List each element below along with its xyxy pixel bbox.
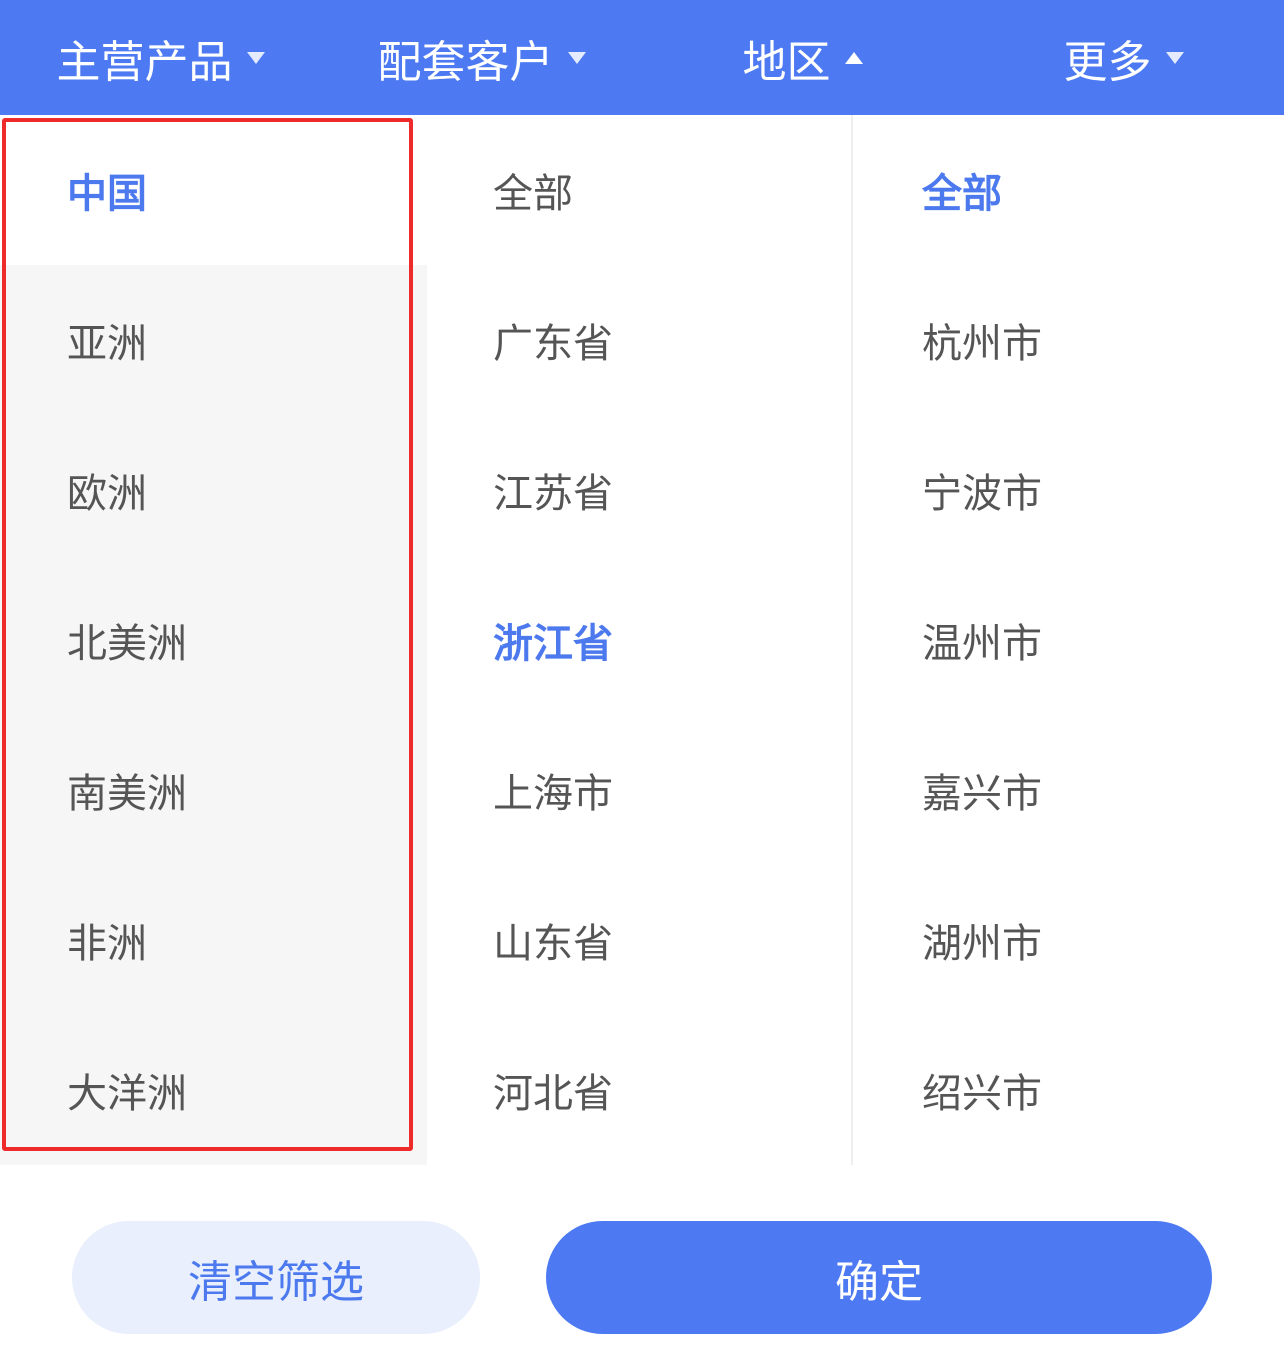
province-label: 全部 <box>493 171 573 217</box>
continent-item[interactable]: 北美洲 <box>0 565 427 715</box>
tab-main-products[interactable]: 主营产品 <box>0 0 321 115</box>
province-item[interactable]: 浙江省 <box>427 565 851 715</box>
city-item[interactable]: 嘉兴市 <box>853 715 1284 865</box>
continent-label: 北美洲 <box>67 621 187 667</box>
city-item[interactable]: 杭州市 <box>853 265 1284 415</box>
province-item[interactable]: 上海市 <box>427 715 851 865</box>
caret-up-icon <box>844 51 863 64</box>
clear-filter-button[interactable]: 清空筛选 <box>72 1221 480 1334</box>
continent-item[interactable]: 南美洲 <box>0 715 427 865</box>
province-label: 上海市 <box>493 771 613 817</box>
continent-label: 非洲 <box>67 921 147 967</box>
region-filter-screen: 主营产品 配套客户 地区 更多 中国 亚洲 欧洲 北美洲 南美洲 非洲 大洋洲 … <box>0 0 1284 1352</box>
continent-label: 欧洲 <box>67 471 147 517</box>
city-label: 杭州市 <box>922 321 1042 367</box>
clear-filter-label: 清空筛选 <box>188 1256 364 1308</box>
province-item[interactable]: 山东省 <box>427 865 851 1015</box>
city-item[interactable]: 湖州市 <box>853 865 1284 1015</box>
continent-item[interactable]: 大洋洲 <box>0 1015 427 1165</box>
city-label: 绍兴市 <box>922 1071 1042 1117</box>
province-item[interactable]: 广东省 <box>427 265 851 415</box>
continent-item[interactable]: 非洲 <box>0 865 427 1015</box>
continent-label: 大洋洲 <box>67 1071 187 1117</box>
city-item[interactable]: 温州市 <box>853 565 1284 715</box>
confirm-label: 确定 <box>835 1256 923 1308</box>
city-label: 嘉兴市 <box>922 771 1042 817</box>
city-item[interactable]: 全部 <box>853 115 1284 265</box>
tab-region[interactable]: 地区 <box>642 0 963 115</box>
caret-down-icon <box>1165 51 1184 64</box>
continent-item[interactable]: 欧洲 <box>0 415 427 565</box>
province-label: 江苏省 <box>493 471 613 517</box>
tab-supporting-customers[interactable]: 配套客户 <box>321 0 642 115</box>
city-label: 湖州市 <box>922 921 1042 967</box>
city-item[interactable]: 绍兴市 <box>853 1015 1284 1165</box>
tab-more[interactable]: 更多 <box>963 0 1284 115</box>
province-item[interactable]: 全部 <box>427 115 851 265</box>
tab-label: 配套客户 <box>377 36 554 88</box>
continent-label: 中国 <box>67 171 147 217</box>
province-label: 河北省 <box>493 1071 613 1117</box>
caret-down-icon <box>567 51 586 64</box>
province-list: 全部 广东省 江苏省 浙江省 上海市 山东省 河北省 <box>427 115 853 1165</box>
province-item[interactable]: 江苏省 <box>427 415 851 565</box>
province-label: 山东省 <box>493 921 613 967</box>
tab-label: 地区 <box>742 36 831 88</box>
continent-label: 亚洲 <box>67 321 147 367</box>
caret-down-icon <box>246 51 265 64</box>
confirm-button[interactable]: 确定 <box>546 1221 1212 1334</box>
continent-item[interactable]: 亚洲 <box>0 265 427 415</box>
city-label: 温州市 <box>922 621 1042 667</box>
city-label: 全部 <box>922 171 1002 217</box>
province-label: 广东省 <box>493 321 613 367</box>
continent-item[interactable]: 中国 <box>0 115 427 265</box>
city-item[interactable]: 宁波市 <box>853 415 1284 565</box>
city-label: 宁波市 <box>922 471 1042 517</box>
tab-label: 主营产品 <box>56 36 233 88</box>
filter-tab-bar: 主营产品 配套客户 地区 更多 <box>0 0 1284 115</box>
continent-label: 南美洲 <box>67 771 187 817</box>
tab-label: 更多 <box>1063 36 1152 88</box>
city-list: 全部 杭州市 宁波市 温州市 嘉兴市 湖州市 绍兴市 <box>853 115 1284 1165</box>
province-label: 浙江省 <box>493 621 613 667</box>
continent-list: 中国 亚洲 欧洲 北美洲 南美洲 非洲 大洋洲 <box>0 115 427 1165</box>
province-item[interactable]: 河北省 <box>427 1015 851 1165</box>
